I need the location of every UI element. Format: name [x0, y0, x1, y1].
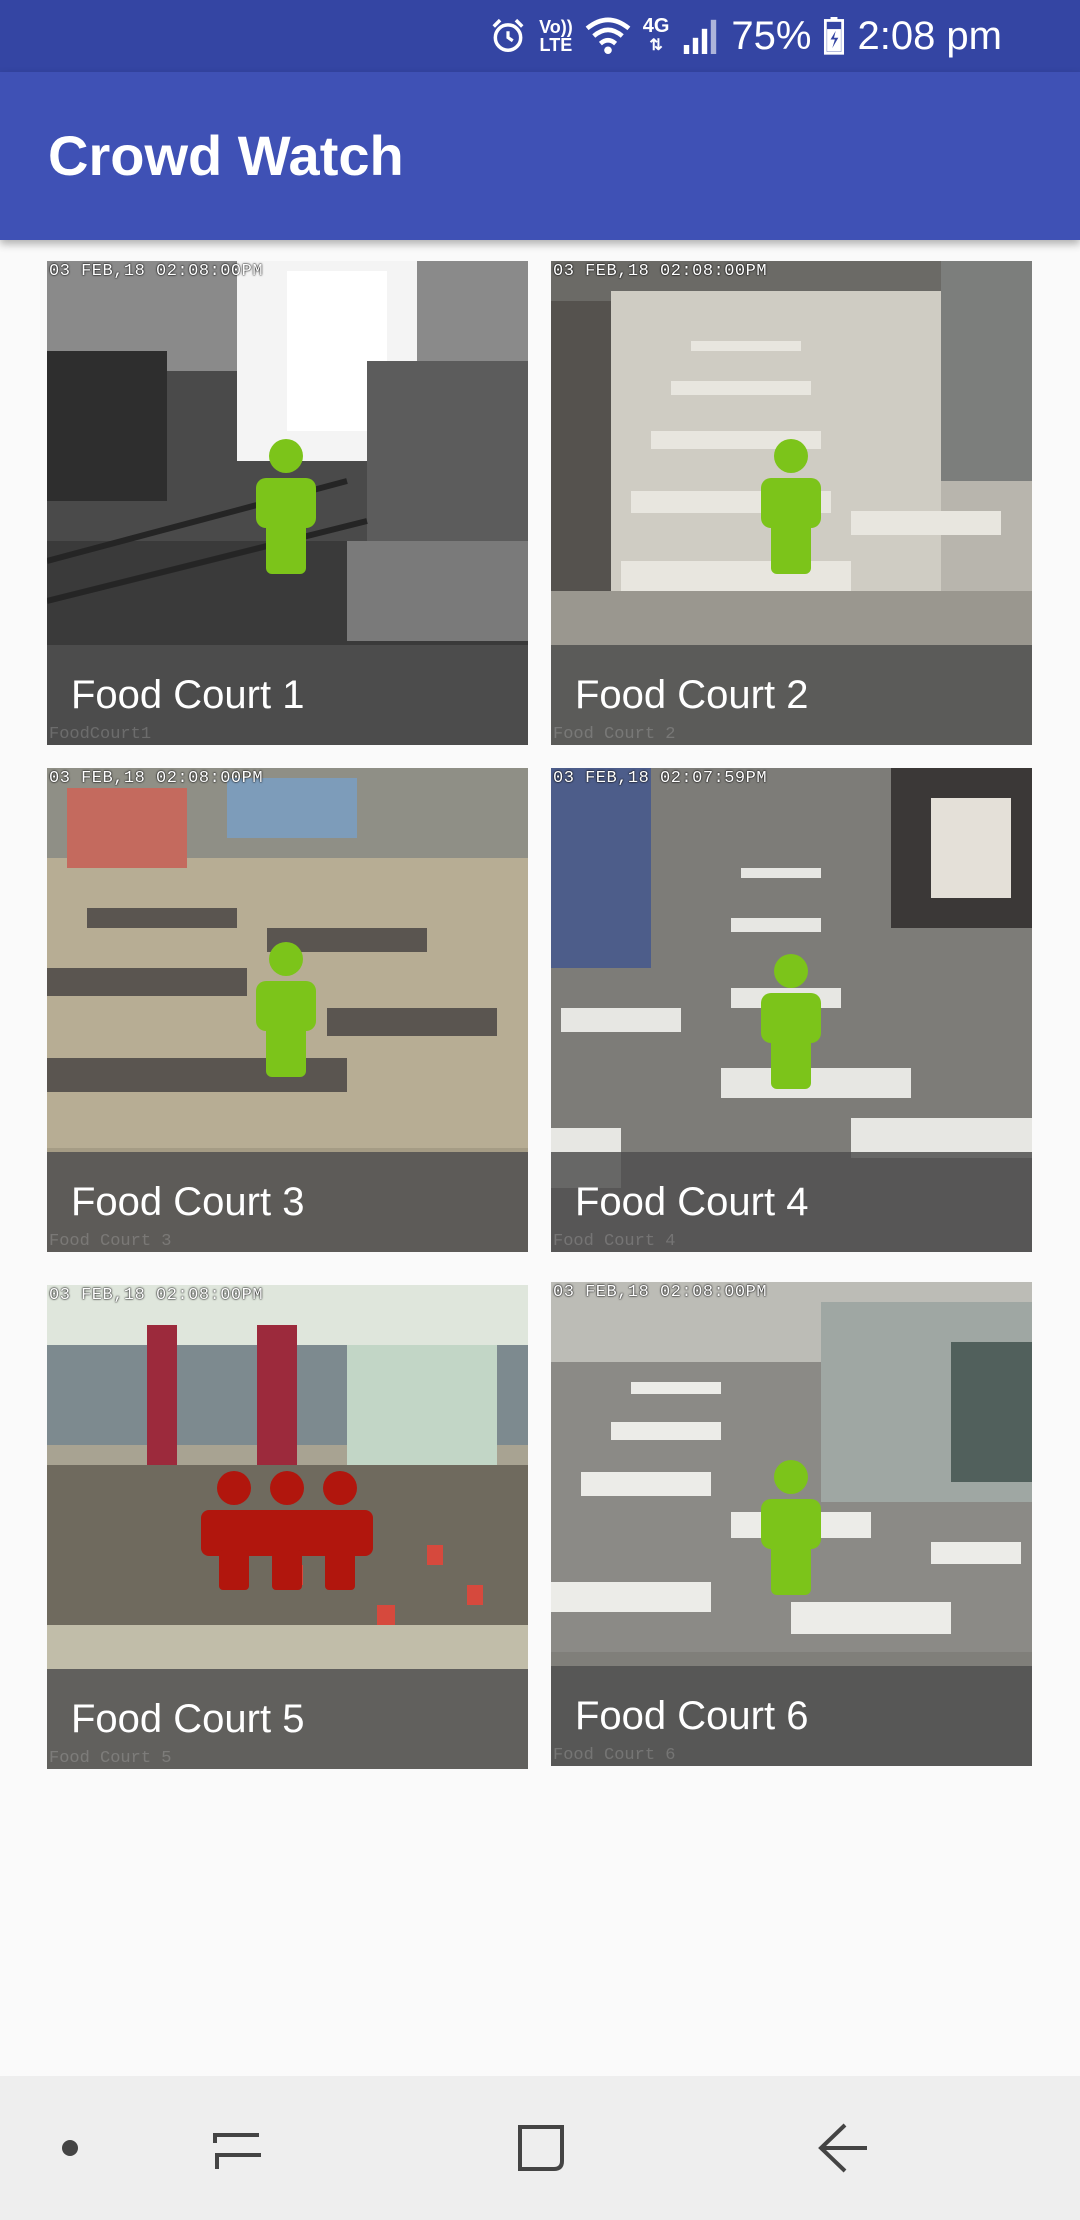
camera-tile-food-court-5[interactable]: 03 FEB,18 02:08:00PM Food Court 5 Food C…: [47, 1285, 528, 1769]
home-button[interactable]: [491, 2076, 591, 2220]
signal-icon: [681, 18, 719, 54]
camera-name: Food Court 3: [71, 1180, 305, 1224]
camera-name: Food Court 6: [575, 1694, 809, 1738]
camera-watermark: Food Court 2: [553, 725, 676, 744]
camera-name: Food Court 4: [575, 1180, 809, 1224]
single-person-icon: [761, 1460, 821, 1595]
camera-timestamp: 03 FEB,18 02:08:00PM: [49, 262, 264, 281]
app-title: Crowd Watch: [48, 124, 404, 187]
dot-icon: [62, 2140, 78, 2156]
battery-icon: [823, 17, 845, 55]
camera-tile-food-court-3[interactable]: 03 FEB,18 02:08:00PM Food Court 3 Food C…: [47, 768, 528, 1252]
camera-watermark: Food Court 3: [49, 1232, 172, 1251]
clock: 2:08 pm: [857, 13, 1002, 58]
camera-tile-food-court-1[interactable]: 03 FEB,18 02:08:00PM Food Court 1 FoodCo…: [47, 261, 528, 745]
camera-timestamp: 03 FEB,18 02:08:00PM: [49, 1286, 264, 1305]
camera-name: Food Court 1: [71, 673, 305, 717]
single-person-icon: [761, 954, 821, 1089]
camera-name: Food Court 2: [575, 673, 809, 717]
camera-tile-food-court-6[interactable]: 03 FEB,18 02:08:00PM Food Court 6 Food C…: [551, 1282, 1032, 1766]
single-person-icon: [256, 942, 316, 1077]
camera-watermark: FoodCourt1: [49, 725, 152, 744]
home-icon: [518, 2125, 564, 2171]
recent-apps-icon: [213, 2133, 261, 2169]
app-bar: Crowd Watch: [0, 72, 1080, 240]
camera-watermark: Food Court 6: [553, 1746, 676, 1765]
network-type: 4G ⇅: [642, 15, 670, 54]
nav-dot-button[interactable]: [20, 2076, 120, 2220]
camera-timestamp: 03 FEB,18 02:08:00PM: [49, 769, 264, 788]
navigation-bar: [0, 2076, 1080, 2220]
camera-tile-food-court-4[interactable]: 03 FEB,18 02:07:59PM Food Court 4 Food C…: [551, 768, 1032, 1252]
camera-timestamp: 03 FEB,18 02:08:00PM: [553, 1283, 768, 1302]
caption-bar: Food Court 4 Food Court 4: [551, 1152, 1032, 1252]
caption-bar: Food Court 3 Food Court 3: [47, 1152, 528, 1252]
camera-watermark: Food Court 5: [49, 1749, 172, 1768]
crowd-group-icon: [201, 1471, 373, 1590]
camera-watermark: Food Court 4: [553, 1232, 676, 1251]
single-person-icon: [256, 439, 316, 574]
caption-bar: Food Court 2 Food Court 2: [551, 645, 1032, 745]
volte-indicator: Vo)) LTE: [539, 17, 573, 55]
camera-name: Food Court 5: [71, 1697, 305, 1741]
caption-bar: Food Court 5 Food Court 5: [47, 1669, 528, 1769]
status-icons: Vo)) LTE 4G ⇅ 75% 2:08 pm: [489, 0, 1002, 72]
camera-tile-food-court-2[interactable]: 03 FEB,18 02:08:00PM Food Court 2 Food C…: [551, 261, 1032, 745]
wifi-icon: [585, 17, 631, 55]
caption-bar: Food Court 1 FoodCourt1: [47, 645, 528, 745]
camera-timestamp: 03 FEB,18 02:08:00PM: [553, 262, 768, 281]
recent-apps-button[interactable]: [188, 2076, 288, 2220]
caption-bar: Food Court 6 Food Court 6: [551, 1666, 1032, 1766]
camera-timestamp: 03 FEB,18 02:07:59PM: [553, 769, 768, 788]
back-icon: [818, 2123, 867, 2173]
battery-percent: 75%: [731, 13, 812, 58]
status-bar: Vo)) LTE 4G ⇅ 75% 2:08 pm: [0, 0, 1080, 72]
back-button[interactable]: [794, 2076, 894, 2220]
alarm-icon: [489, 17, 527, 55]
single-person-icon: [761, 439, 821, 574]
